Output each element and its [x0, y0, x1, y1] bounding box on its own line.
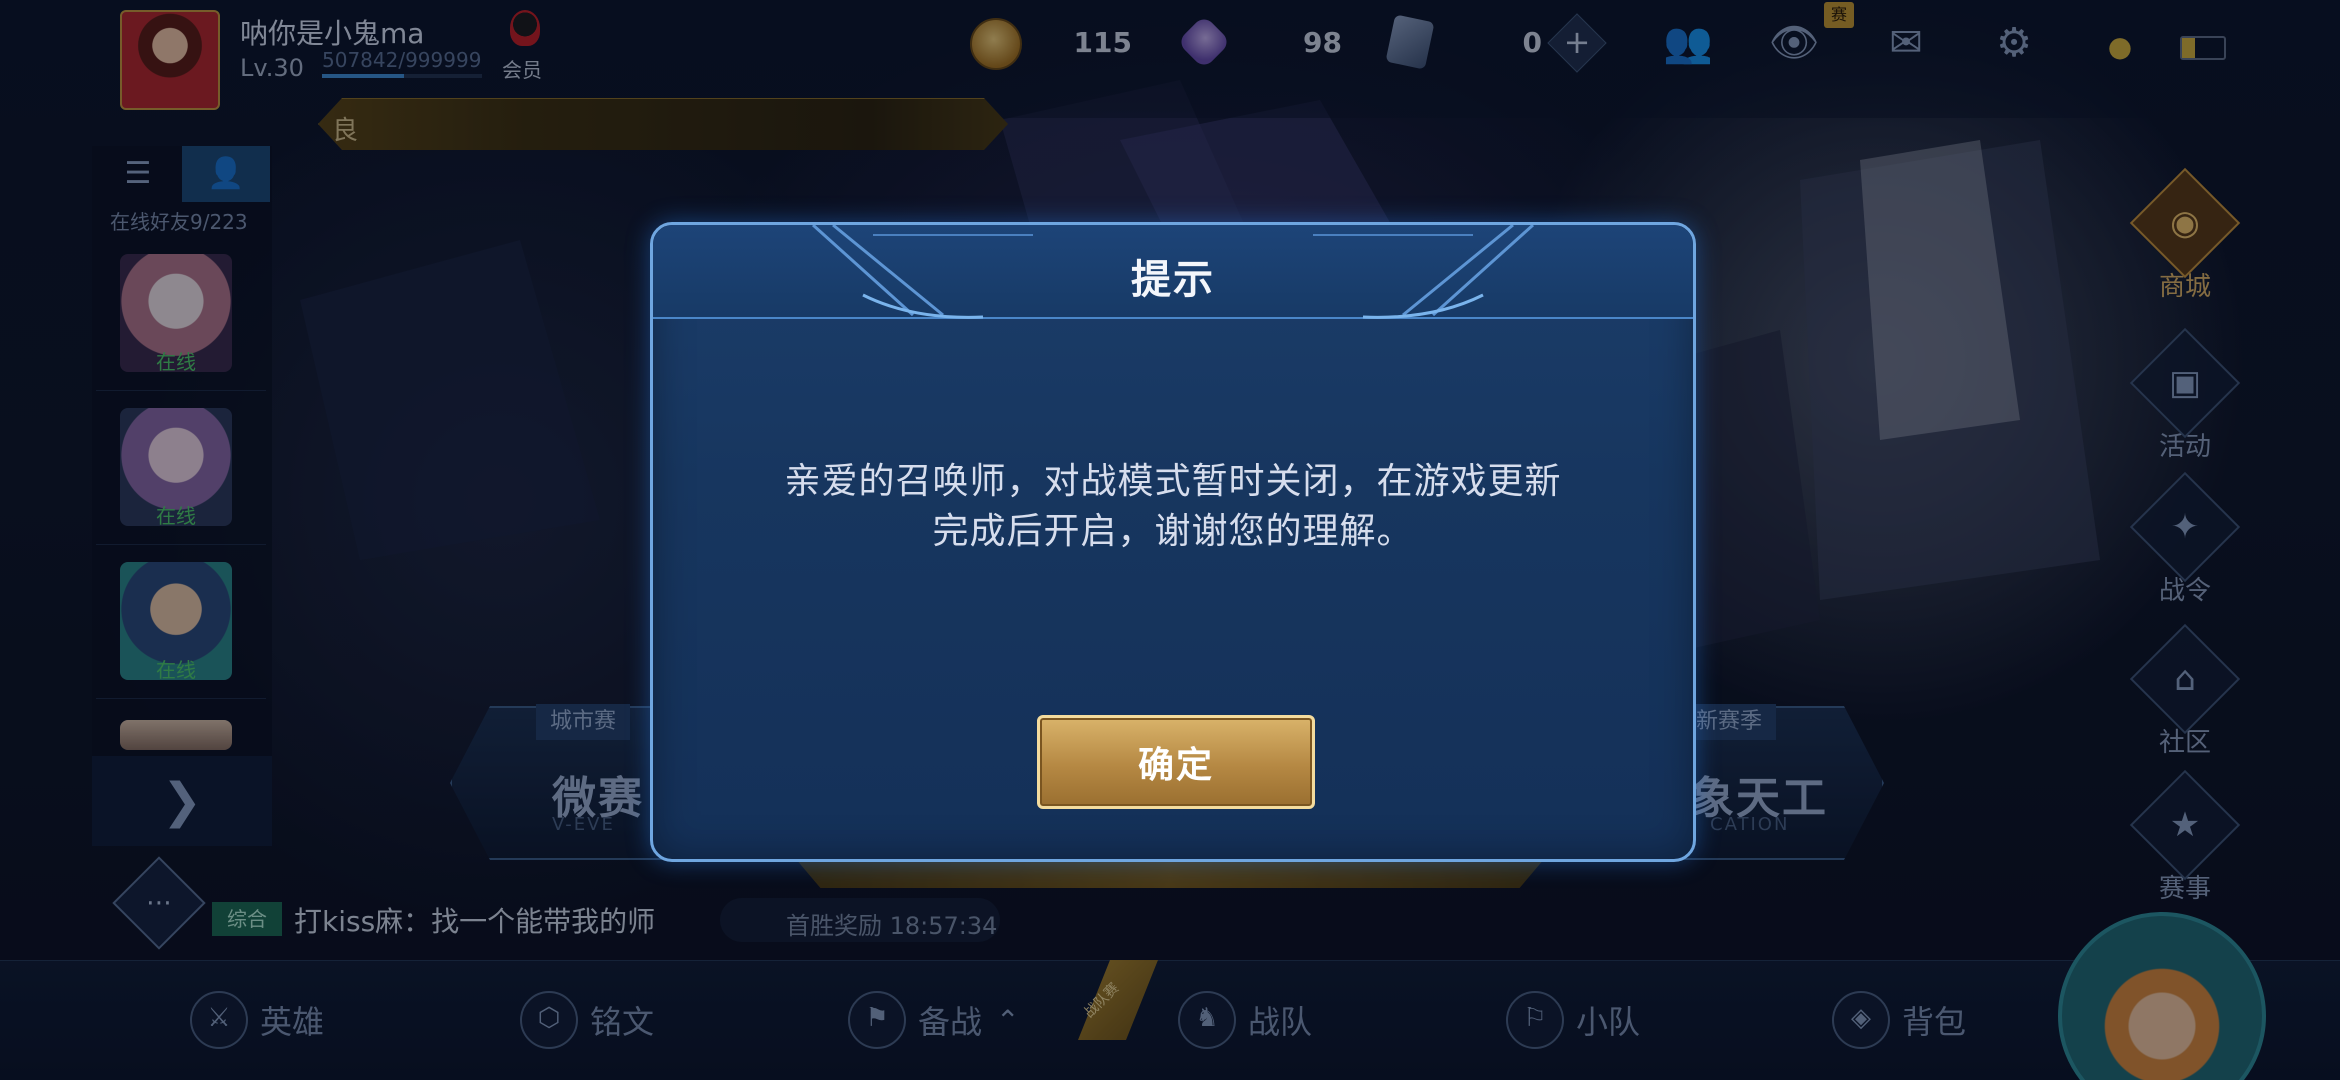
- game-lobby: 呐你是小鬼ma Lv.30 507842/999999 会员 115 98 0 …: [0, 0, 2340, 1080]
- confirm-button[interactable]: 确定: [1037, 715, 1315, 809]
- dialog-message-line1: 亲爱的召唤师，对战模式暂时关闭，在游戏更新: [784, 461, 1562, 502]
- dialog-title: 提示: [1131, 257, 1215, 303]
- dialog-message-line2: 完成后开启，谢谢您的理解。: [932, 511, 1414, 552]
- dialog-message: 亲爱的召唤师，对战模式暂时关闭，在游戏更新 完成后开启，谢谢您的理解。: [733, 457, 1613, 557]
- notice-dialog: 提示 亲爱的召唤师，对战模式暂时关闭，在游戏更新 完成后开启，谢谢您的理解。 确…: [650, 222, 1696, 862]
